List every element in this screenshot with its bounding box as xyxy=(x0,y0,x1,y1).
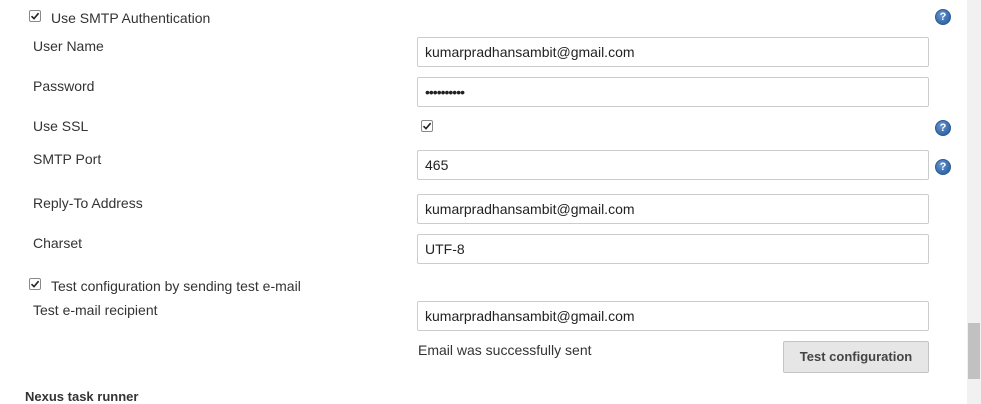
help-icon[interactable]: ? xyxy=(935,159,951,175)
section-title-nexus-task-runner: Nexus task runner xyxy=(25,389,139,404)
test-config-label: Test configuration by sending test e-mai… xyxy=(51,278,301,294)
password-label: Password xyxy=(33,78,95,94)
test-configuration-button[interactable]: Test configuration xyxy=(783,341,929,373)
checkmark-icon xyxy=(30,12,40,20)
reply-to-field[interactable] xyxy=(417,194,929,224)
help-icon[interactable]: ? xyxy=(935,9,951,25)
user-name-field[interactable] xyxy=(417,37,929,67)
smtp-auth-label: Use SMTP Authentication xyxy=(51,10,211,26)
scrollbar-thumb[interactable] xyxy=(968,323,980,379)
checkmark-icon xyxy=(30,280,40,288)
smtp-auth-checkbox[interactable] xyxy=(29,10,41,22)
test-recipient-field[interactable] xyxy=(417,301,929,331)
user-name-label: User Name xyxy=(33,38,104,54)
use-ssl-checkbox[interactable] xyxy=(421,120,433,132)
smtp-port-field[interactable] xyxy=(417,150,929,180)
charset-field[interactable] xyxy=(417,234,929,264)
checkmark-icon xyxy=(422,122,432,130)
smtp-port-label: SMTP Port xyxy=(33,151,102,167)
vertical-scrollbar[interactable] xyxy=(967,0,981,404)
charset-label: Charset xyxy=(33,235,83,251)
test-recipient-label: Test e-mail recipient xyxy=(33,302,158,318)
password-field[interactable] xyxy=(417,77,929,107)
test-config-checkbox[interactable] xyxy=(29,278,41,290)
reply-to-label: Reply-To Address xyxy=(33,195,143,211)
use-ssl-label: Use SSL xyxy=(33,118,89,134)
help-icon[interactable]: ? xyxy=(935,120,951,136)
status-message: Email was successfully sent xyxy=(418,342,592,358)
